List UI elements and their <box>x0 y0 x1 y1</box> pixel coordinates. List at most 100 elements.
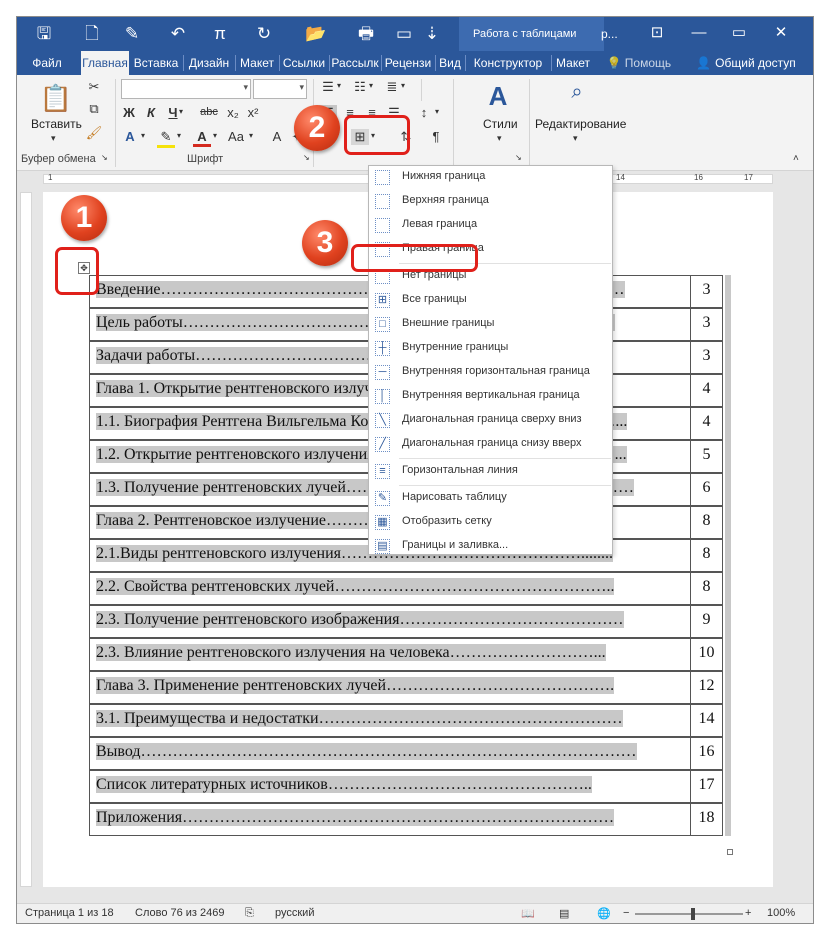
font-size-combo[interactable]: ▾ <box>253 79 307 99</box>
toc-entry-title[interactable]: 2.3. Влияние рентгеновского излучения на… <box>89 638 691 671</box>
tab-mailings[interactable]: Рассылк <box>331 51 379 75</box>
menu-item-horizontal-line[interactable]: ≡ Горизонтальная линия <box>369 460 612 484</box>
tab-table-design[interactable]: Конструктор <box>467 51 549 75</box>
toc-entry-title[interactable]: 2.2. Свойства рентгеновских лучей…………………… <box>89 572 691 605</box>
page-count[interactable]: Страница 1 из 18 <box>25 907 114 919</box>
toc-entry-page[interactable]: 10 <box>691 638 723 671</box>
save-icon[interactable]: 🖫 <box>31 21 57 47</box>
italic-button[interactable]: К <box>143 105 159 120</box>
chevron-down-icon[interactable]: ▾ <box>249 131 253 140</box>
chevron-down-icon[interactable]: ▾ <box>213 131 217 140</box>
proofing-icon[interactable]: ⎘ <box>245 907 254 920</box>
toc-entry-page[interactable]: 9 <box>691 605 723 638</box>
zoom-level[interactable]: 100% <box>767 907 795 919</box>
table-row[interactable]: 2.2. Свойства рентгеновских лучей…………………… <box>89 572 731 605</box>
tab-file[interactable]: Файл <box>23 51 71 75</box>
word-count[interactable]: Слово 76 из 2469 <box>135 907 225 919</box>
zoom-slider-thumb[interactable] <box>691 908 696 920</box>
menu-item-view-gridlines[interactable]: ▦ Отобразить сетку <box>369 511 612 535</box>
superscript-button[interactable]: x² <box>245 105 261 120</box>
tab-table-layout[interactable]: Макет <box>553 51 593 75</box>
font-launcher-icon[interactable]: ↘ <box>303 153 310 162</box>
menu-item-left-border[interactable]: Левая граница <box>369 214 612 238</box>
table-row[interactable]: 2.3. Получение рентгеновского изображени… <box>89 605 731 638</box>
paste-dropdown-icon[interactable]: ▾ <box>51 133 56 144</box>
cut-icon[interactable]: ✂ <box>85 79 103 95</box>
chevron-down-icon[interactable]: ▾ <box>337 81 341 90</box>
toc-entry-page[interactable]: 8 <box>691 572 723 605</box>
font-name-combo[interactable]: ▾ <box>121 79 251 99</box>
edit-document-icon[interactable]: ✎ <box>119 21 145 47</box>
table-row[interactable]: 2.3. Влияние рентгеновского излучения на… <box>89 638 731 671</box>
tab-layout[interactable]: Макет <box>237 51 277 75</box>
toc-entry-title[interactable]: Приложения……………………………………………………………………… <box>89 803 691 836</box>
open-folder-icon[interactable]: 📂 <box>303 21 329 47</box>
toc-entry-page[interactable]: 4 <box>691 374 723 407</box>
styles-button-label[interactable]: Стили <box>483 117 518 131</box>
font-color-icon[interactable]: A <box>193 129 211 147</box>
toc-entry-page[interactable]: 16 <box>691 737 723 770</box>
vertical-ruler[interactable] <box>20 192 32 887</box>
menu-item-inside-vertical-border[interactable]: │ Внутренняя вертикальная граница <box>369 385 612 409</box>
subscript-button[interactable]: x₂ <box>225 105 241 120</box>
read-mode-icon[interactable]: 📖 <box>521 907 535 920</box>
editing-button-label[interactable]: Редактирование <box>535 117 626 131</box>
line-spacing-icon[interactable]: ↕ <box>415 105 433 120</box>
customize-toolbar-icon[interactable]: ⇣ <box>419 21 445 47</box>
maximize-icon[interactable]: ▭ <box>727 21 751 45</box>
equation-icon[interactable]: π <box>207 21 233 47</box>
toc-entry-page[interactable]: 3 <box>691 275 723 308</box>
toc-entry-title[interactable]: 2.3. Получение рентгеновского изображени… <box>89 605 691 638</box>
find-icon[interactable]: ⌕ <box>563 81 591 104</box>
bullets-icon[interactable]: ☰ <box>319 79 337 95</box>
paste-button-label[interactable]: Вставить <box>31 117 82 131</box>
tab-review[interactable]: Рецензи <box>383 51 433 75</box>
toc-entry-title[interactable]: Список литературных источников…………………………… <box>89 770 691 803</box>
toc-entry-page[interactable]: 6 <box>691 473 723 506</box>
tab-insert[interactable]: Вставка <box>131 51 181 75</box>
toc-entry-page[interactable]: 4 <box>691 407 723 440</box>
table-row[interactable]: Приложения……………………………………………………………………… 18 <box>89 803 731 836</box>
toc-entry-title[interactable]: Вывод………………………………………………………………………………… <box>89 737 691 770</box>
copy-icon[interactable]: ⧉ <box>85 101 103 117</box>
show-marks-icon[interactable]: ¶ <box>427 129 445 144</box>
tab-view[interactable]: Вид <box>437 51 463 75</box>
chevron-down-icon[interactable]: ▾ <box>435 107 439 116</box>
table-row[interactable]: Список литературных источников…………………………… <box>89 770 731 803</box>
strikethrough-button[interactable]: abc <box>197 106 221 118</box>
language-indicator[interactable]: русский <box>275 907 314 919</box>
table-resize-handle[interactable] <box>727 849 733 855</box>
styles-launcher-icon[interactable]: ↘ <box>515 153 522 162</box>
chevron-down-icon[interactable]: ▾ <box>401 81 405 90</box>
numbering-icon[interactable]: ☷ <box>351 79 369 95</box>
chevron-down-icon[interactable]: ▾ <box>369 81 373 90</box>
multilevel-list-icon[interactable]: ≣ <box>383 79 401 95</box>
clipboard-launcher-icon[interactable]: ↘ <box>101 153 108 162</box>
toc-entry-title[interactable]: Глава 3. Применение рентгеновских лучей…… <box>89 671 691 704</box>
share-button[interactable]: 👤 Общий доступ <box>691 51 801 75</box>
print-preview-icon[interactable]: 🖶 <box>353 21 379 47</box>
chevron-down-icon[interactable]: ▾ <box>177 131 181 140</box>
zoom-in-icon[interactable]: + <box>745 907 751 919</box>
toc-entry-page[interactable]: 18 <box>691 803 723 836</box>
toc-entry-title[interactable]: 3.1. Преимущества и недостатки…………………………… <box>89 704 691 737</box>
menu-item-inside-borders[interactable]: ┼ Внутренние границы <box>369 337 612 361</box>
editing-dropdown-icon[interactable]: ▾ <box>573 133 578 144</box>
toc-entry-page[interactable]: 3 <box>691 308 723 341</box>
chevron-down-icon[interactable]: ▾ <box>141 131 145 140</box>
styles-dropdown-icon[interactable]: ▾ <box>497 133 502 144</box>
menu-item-top-border[interactable]: Верхняя граница <box>369 190 612 214</box>
table-row[interactable]: 3.1. Преимущества и недостатки…………………………… <box>89 704 731 737</box>
menu-item-diagonal-down-border[interactable]: ╲ Диагональная граница сверху вниз <box>369 409 612 433</box>
change-case-button[interactable]: Aa <box>225 129 247 144</box>
redo-icon[interactable]: ↻ <box>251 21 277 47</box>
zoom-out-icon[interactable]: − <box>623 907 629 919</box>
tab-home[interactable]: Главная <box>81 51 129 75</box>
styles-icon[interactable]: A <box>483 81 513 112</box>
undo-icon[interactable]: ↶ <box>165 21 191 47</box>
toc-entry-page[interactable]: 14 <box>691 704 723 737</box>
highlight-color-icon[interactable]: ✎ <box>157 129 175 148</box>
minimize-icon[interactable]: — <box>687 21 711 45</box>
paste-icon[interactable]: 📋 <box>39 83 73 115</box>
toc-entry-page[interactable]: 8 <box>691 539 723 572</box>
